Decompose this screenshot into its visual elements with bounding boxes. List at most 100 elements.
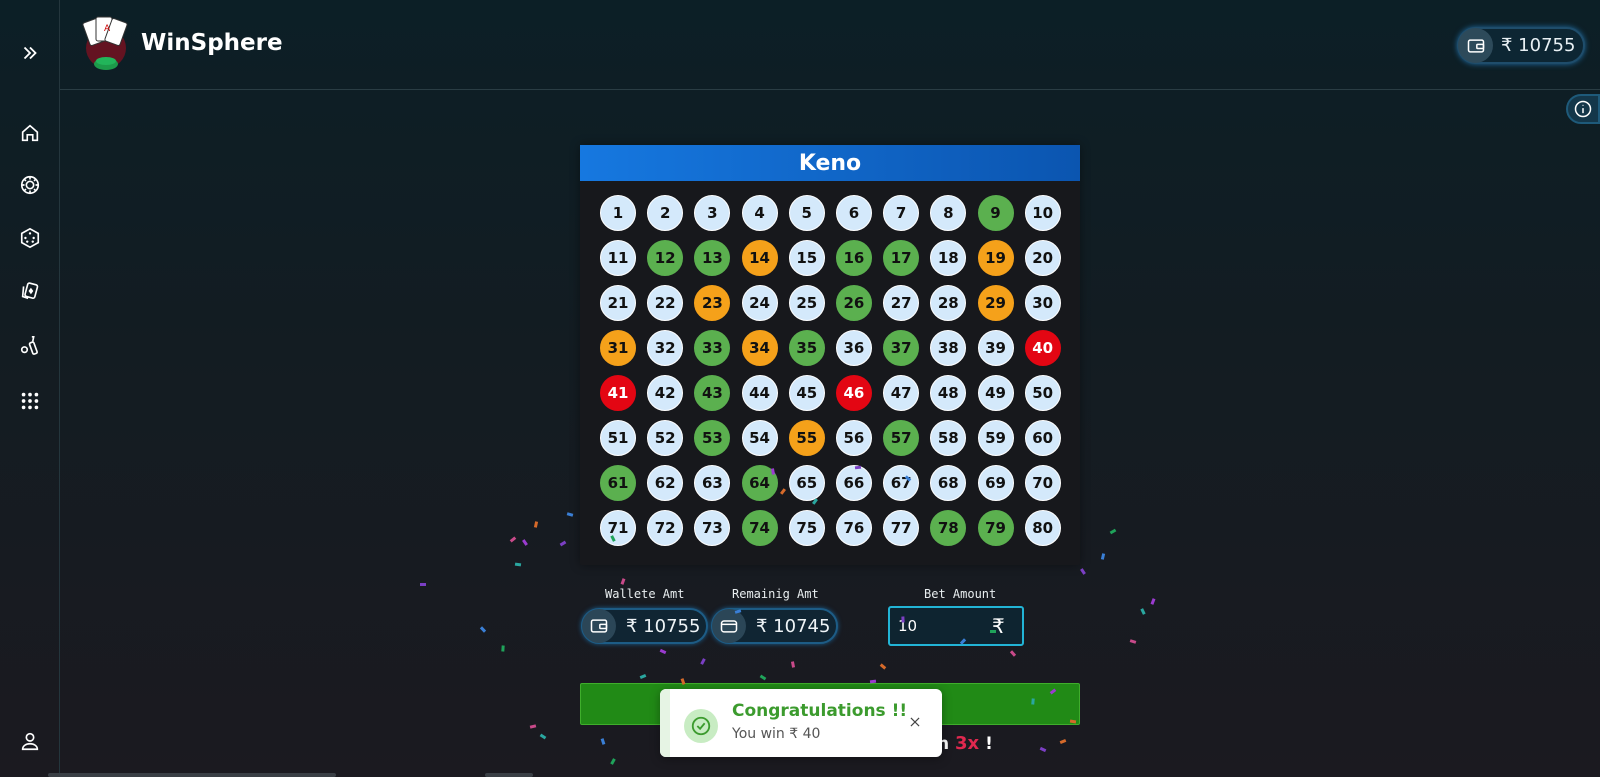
keno-ball[interactable]: 34 [741,330,778,366]
dice-icon[interactable] [17,225,43,251]
bet-amount-field[interactable]: ₹ [888,606,1024,646]
keno-ball[interactable]: 16 [835,240,872,276]
keno-ball[interactable]: 41 [600,375,636,411]
close-icon[interactable] [906,713,924,731]
confetti-piece [1100,553,1106,560]
keno-ball[interactable]: 73 [694,510,731,546]
confetti-piece [659,648,667,655]
keno-ball[interactable]: 15 [788,240,825,276]
keno-ball[interactable]: 1 [600,195,636,231]
keno-ball[interactable]: 6 [835,195,872,231]
keno-ball[interactable]: 24 [741,285,778,321]
casino-chip-icon[interactable] [17,172,43,198]
keno-ball[interactable]: 54 [741,420,778,456]
keno-ball[interactable]: 21 [600,285,636,321]
keno-ball[interactable]: 7 [883,195,920,231]
keno-ball[interactable]: 44 [741,375,778,411]
keno-ball[interactable]: 33 [694,330,731,366]
keno-ball[interactable]: 38 [930,330,967,366]
user-icon[interactable] [17,728,43,754]
keno-ball[interactable]: 4 [741,195,778,231]
keno-ball[interactable]: 61 [600,465,636,501]
bet-amount-input[interactable] [898,617,988,635]
keno-ball[interactable]: 5 [788,195,825,231]
keno-ball[interactable]: 12 [647,240,684,276]
keno-ball[interactable]: 36 [835,330,872,366]
keno-ball[interactable]: 29 [977,285,1014,321]
keno-ball[interactable]: 48 [930,375,967,411]
apps-grid-icon[interactable] [17,388,43,414]
keno-ball[interactable]: 43 [694,375,731,411]
keno-ball[interactable]: 70 [1024,465,1061,501]
keno-ball[interactable]: 59 [977,420,1014,456]
keno-ball[interactable]: 11 [600,240,636,276]
keno-ball[interactable]: 58 [930,420,967,456]
keno-ball[interactable]: 52 [647,420,684,456]
keno-ball[interactable]: 37 [883,330,920,366]
keno-ball[interactable]: 62 [647,465,684,501]
payout-multiplier: 3x [955,733,980,754]
keno-ball[interactable]: 8 [930,195,967,231]
keno-ball[interactable]: 77 [883,510,920,546]
keno-ball[interactable]: 26 [835,285,872,321]
keno-ball[interactable]: 19 [977,240,1014,276]
keno-ball[interactable]: 30 [1024,285,1061,321]
horizontal-scrollbar-thumb[interactable] [485,773,533,777]
keno-ball[interactable]: 2 [647,195,684,231]
keno-ball[interactable]: 9 [977,195,1014,231]
keno-ball[interactable]: 67 [883,465,920,501]
header-wallet-balance[interactable]: ₹ 10755 [1457,27,1585,64]
keno-ball[interactable]: 31 [600,330,636,366]
keno-board: Keno 1 2 3 4 5 6 7 8 9 10 11 12 13 14 15 16 17 18 19 20 21 22… [580,145,1080,565]
keno-ball[interactable]: 22 [647,285,684,321]
keno-ball[interactable]: 49 [977,375,1014,411]
keno-ball[interactable]: 71 [600,510,636,546]
keno-ball[interactable]: 13 [694,240,731,276]
keno-ball[interactable]: 60 [1024,420,1061,456]
keno-ball[interactable]: 3 [694,195,731,231]
keno-ball[interactable]: 74 [741,510,778,546]
keno-ball[interactable]: 78 [930,510,967,546]
confetti-piece [600,738,606,745]
keno-ball[interactable]: 51 [600,420,636,456]
keno-ball[interactable]: 65 [788,465,825,501]
keno-ball[interactable]: 55 [788,420,825,456]
keno-ball[interactable]: 10 [1024,195,1061,231]
keno-ball[interactable]: 68 [930,465,967,501]
keno-ball[interactable]: 57 [883,420,920,456]
keno-ball[interactable]: 66 [835,465,872,501]
keno-ball[interactable]: 69 [977,465,1014,501]
expand-icon[interactable] [17,40,43,66]
keno-ball[interactable]: 76 [835,510,872,546]
keno-ball[interactable]: 42 [647,375,684,411]
keno-ball[interactable]: 72 [647,510,684,546]
keno-ball[interactable]: 35 [788,330,825,366]
keno-ball[interactable]: 79 [977,510,1014,546]
sidebar [0,0,60,777]
keno-ball[interactable]: 23 [694,285,731,321]
keno-ball[interactable]: 18 [930,240,967,276]
keno-ball[interactable]: 27 [883,285,920,321]
keno-ball[interactable]: 75 [788,510,825,546]
cricket-icon[interactable] [17,333,43,359]
info-icon[interactable] [1566,94,1600,124]
keno-ball[interactable]: 45 [788,375,825,411]
keno-ball[interactable]: 14 [741,240,778,276]
keno-ball[interactable]: 56 [835,420,872,456]
keno-ball[interactable]: 25 [788,285,825,321]
keno-ball[interactable]: 47 [883,375,920,411]
cards-icon[interactable] [17,278,43,304]
keno-ball[interactable]: 28 [930,285,967,321]
keno-ball[interactable]: 53 [694,420,731,456]
keno-ball[interactable]: 40 [1024,330,1061,366]
keno-ball[interactable]: 20 [1024,240,1061,276]
keno-ball[interactable]: 80 [1024,510,1061,546]
keno-ball[interactable]: 46 [835,375,872,411]
horizontal-scrollbar[interactable] [48,773,336,777]
keno-ball[interactable]: 50 [1024,375,1061,411]
home-icon[interactable] [17,120,43,146]
keno-ball[interactable]: 32 [647,330,684,366]
keno-ball[interactable]: 17 [883,240,920,276]
keno-ball[interactable]: 39 [977,330,1014,366]
keno-ball[interactable]: 63 [694,465,731,501]
